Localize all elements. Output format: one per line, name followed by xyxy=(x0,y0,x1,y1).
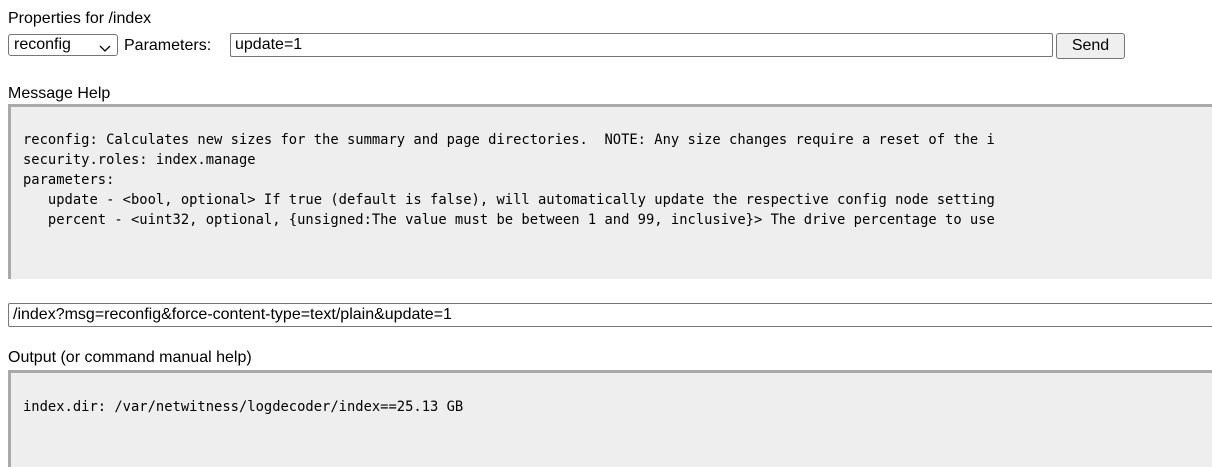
message-controls: reconfig Parameters: update=1 Send xyxy=(8,33,1208,59)
parameters-label: Parameters: xyxy=(124,37,212,54)
message-select[interactable]: reconfig xyxy=(8,34,118,56)
page-title: Properties for /index xyxy=(8,10,152,27)
message-help-label: Message Help xyxy=(8,85,111,102)
url-field[interactable]: /index?msg=reconfig&force-content-type=t… xyxy=(8,303,1212,327)
output-box[interactable]: index.dir: /var/netwitness/logdecoder/in… xyxy=(8,370,1212,467)
parameters-input[interactable]: update=1 xyxy=(230,33,1053,57)
chevron-down-icon xyxy=(99,40,111,52)
output-label: Output (or command manual help) xyxy=(8,349,252,366)
message-help-text: reconfig: Calculates new sizes for the s… xyxy=(23,132,995,228)
properties-page: Properties for /index reconfig Parameter… xyxy=(0,0,1212,467)
output-text: index.dir: /var/netwitness/logdecoder/in… xyxy=(23,399,464,415)
message-select-value: reconfig xyxy=(14,36,71,53)
message-help-box[interactable]: reconfig: Calculates new sizes for the s… xyxy=(8,104,1212,279)
send-button[interactable]: Send xyxy=(1056,33,1125,59)
